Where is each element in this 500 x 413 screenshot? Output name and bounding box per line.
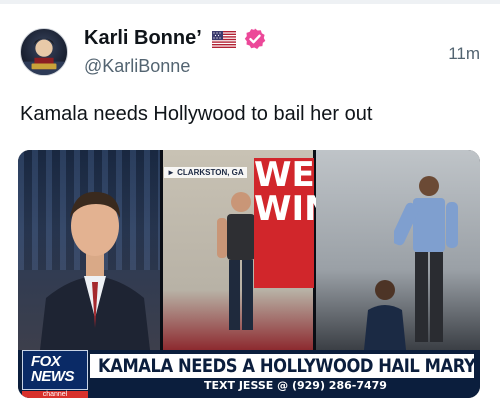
chyron-ticker: TEXT JESSE @ (929) 286-7479 [204, 379, 387, 392]
post-timestamp[interactable]: 11m [448, 44, 480, 64]
profile-avatar-icon [21, 38, 67, 75]
sign-line-1: WE [254, 155, 315, 195]
user-handle[interactable]: @KarliBonne [84, 56, 190, 77]
fox-news-logo: FOX NEWS [22, 350, 88, 390]
rally-crowd-panel [316, 150, 480, 350]
we-win-sign: WE WIN [254, 155, 333, 288]
sign-line-2: WIN [254, 189, 333, 229]
avatar[interactable] [20, 28, 68, 76]
verified-badge-icon [244, 28, 266, 49]
display-name[interactable]: Karli Bonne’ [84, 27, 202, 50]
chyron-headline: KAMALA NEEDS A HOLLYWOOD HAIL MARY [98, 355, 476, 377]
post-media-image[interactable]: WE WIN ► CLARKSTON, GA FOX NEWS channel … [18, 150, 480, 398]
location-tag: ► CLARKSTON, GA [164, 167, 247, 178]
host-figure [40, 191, 150, 350]
top-divider [0, 0, 500, 4]
us-flag-icon [212, 31, 236, 48]
logo-news-text: NEWS [31, 368, 75, 385]
studio-host-panel [18, 150, 160, 350]
post-text: Kamala needs Hollywood to bail her out [20, 103, 373, 125]
logo-channel-text: channel [22, 391, 88, 398]
seated-figure [364, 280, 406, 350]
